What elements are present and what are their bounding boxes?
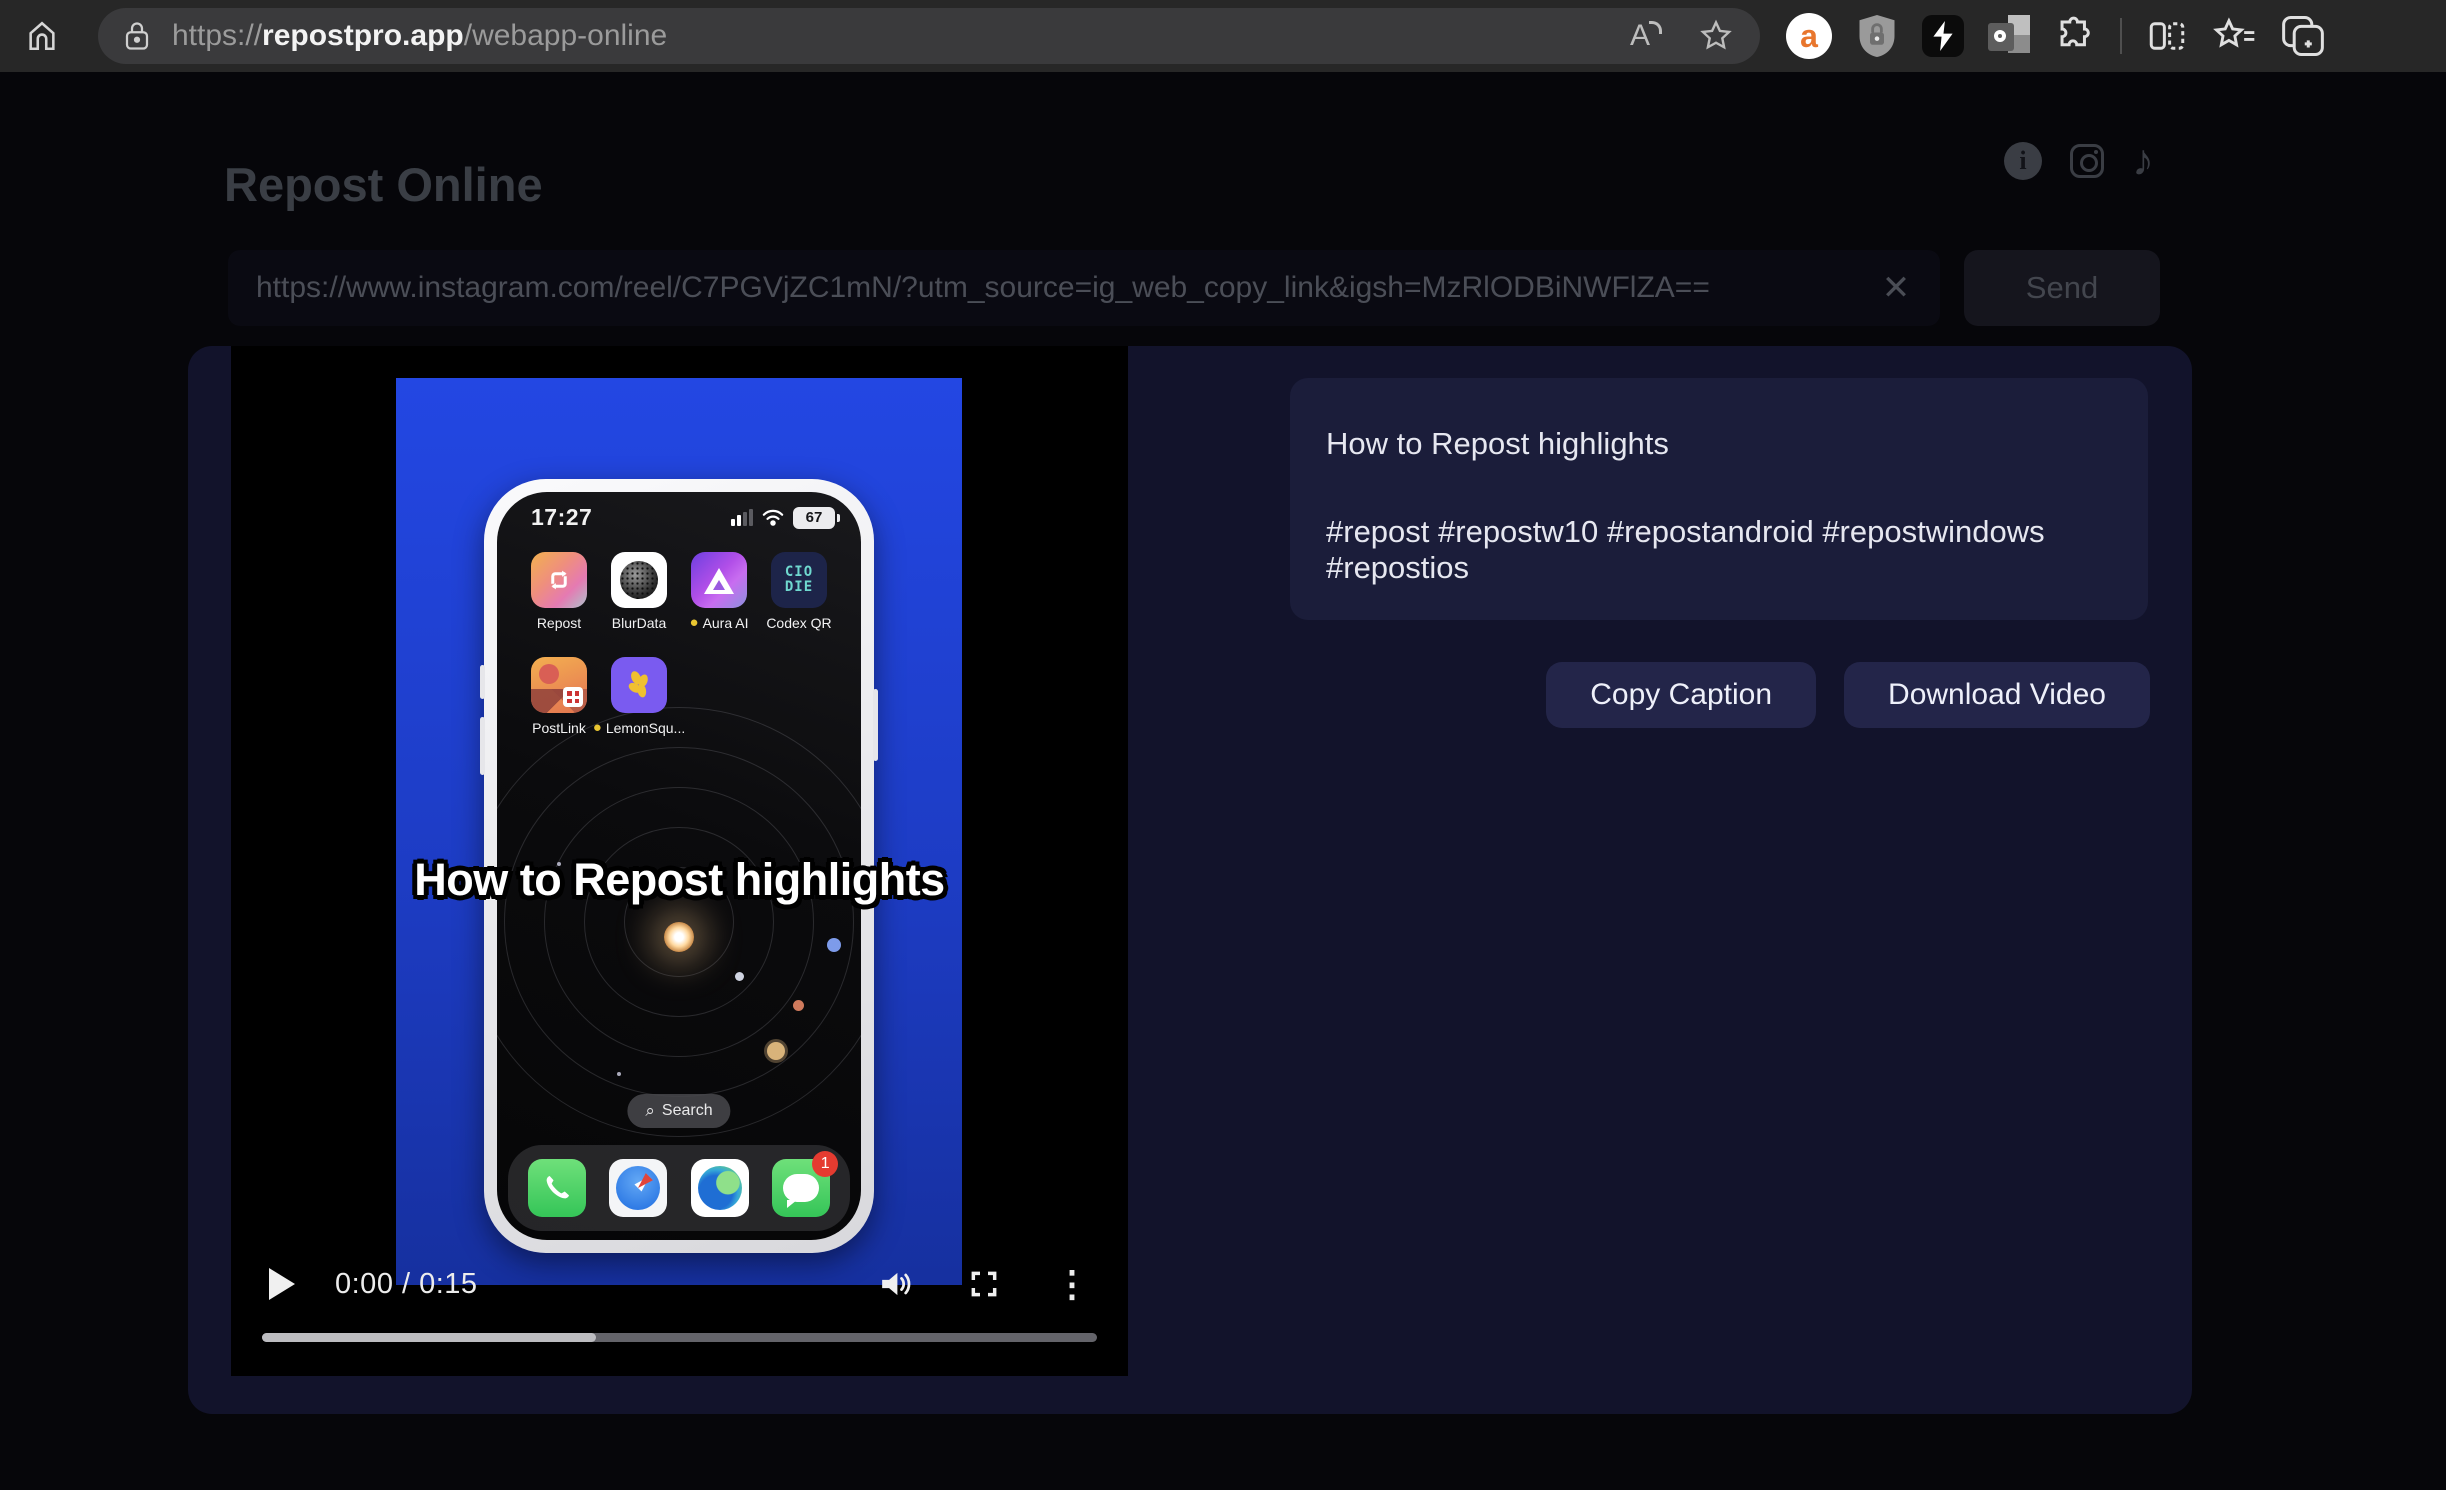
- video-progress-bar[interactable]: [262, 1333, 1097, 1342]
- phone-app-grid: Repost BlurData ● Aura AI: [519, 552, 839, 736]
- update-dot: ●: [690, 618, 699, 628]
- phone-clock: 17:27: [531, 504, 592, 531]
- page-title: Repost Online: [224, 157, 543, 212]
- app-tile-lemonsqueezy: ●LemonSqu...: [602, 657, 676, 736]
- extensions-puzzle-icon[interactable]: [2054, 15, 2096, 57]
- info-icon[interactable]: i: [2004, 142, 2042, 180]
- close-icon: ✕: [1882, 268, 1911, 308]
- split-screen-icon[interactable]: [2146, 15, 2188, 57]
- lemonsqueezy-app-icon: [611, 657, 667, 713]
- cellular-signal-icon: [731, 509, 753, 526]
- aura-ai-app-icon: [691, 552, 747, 608]
- app-root: https://repostpro.app/webapp-online A a: [0, 0, 2446, 1490]
- toolbar-divider: [2120, 18, 2122, 54]
- spotlight-search-pill: ⌕ Search: [627, 1094, 730, 1128]
- phone-app-icon: [528, 1159, 586, 1217]
- notification-badge: 1: [812, 1151, 838, 1177]
- site-permissions-lock-icon[interactable]: [124, 21, 150, 51]
- wifi-icon: [762, 509, 784, 526]
- video-content: 17:27 67: [396, 378, 962, 1285]
- url-text[interactable]: https://repostpro.app/webapp-online: [172, 19, 667, 53]
- extension-flash-icon[interactable]: [1922, 15, 1964, 57]
- clear-input-button[interactable]: ✕: [1872, 266, 1920, 310]
- caption-hashtags: #repost #repostw10 #repostandroid #repos…: [1326, 514, 2112, 586]
- app-tile-postlink: PostLink: [522, 657, 596, 736]
- update-dot: ●: [593, 723, 602, 733]
- caption-title: How to Repost highlights: [1326, 426, 2112, 462]
- app-label: Aura AI: [703, 615, 749, 631]
- collections-icon[interactable]: [2280, 14, 2326, 58]
- safari-app-icon: [609, 1159, 667, 1217]
- video-controls: 0:00 / 0:15 ⋮: [231, 1252, 1128, 1316]
- edge-app-icon: [691, 1159, 749, 1217]
- app-label: Repost: [537, 615, 581, 631]
- extension-outlook-icon[interactable]: [1988, 15, 2030, 57]
- messages-app-icon: 1: [772, 1159, 830, 1217]
- caption-panel: How to Repost highlights #repost #repost…: [1290, 378, 2148, 620]
- phone-power-button: [873, 689, 878, 761]
- phone-dock: 1: [508, 1145, 850, 1231]
- app-tile-repost: Repost: [522, 552, 596, 631]
- extensions-row: a: [1786, 0, 2326, 72]
- copy-caption-button[interactable]: Copy Caption: [1546, 662, 1816, 728]
- url-path: /webapp-online: [464, 19, 667, 52]
- home-icon: [25, 19, 59, 53]
- play-icon[interactable]: [269, 1268, 295, 1300]
- extension-a-icon[interactable]: a: [1786, 13, 1832, 59]
- page-header-icons: i ♪: [2004, 142, 2154, 180]
- search-label: Search: [662, 1102, 713, 1120]
- app-label: Codex QR: [766, 615, 831, 631]
- phone-status-bar: 17:27 67: [531, 504, 835, 531]
- add-favorite-star-icon[interactable]: [1698, 18, 1734, 54]
- reel-url-input[interactable]: [228, 250, 1940, 326]
- phone-volume-button: [480, 665, 485, 699]
- instagram-icon[interactable]: [2070, 144, 2104, 178]
- codex-qr-app-icon: CIODIE: [771, 552, 827, 608]
- fullscreen-icon[interactable]: [968, 1268, 1000, 1300]
- result-card: 17:27 67: [188, 346, 2192, 1414]
- repost-app-icon: [531, 552, 587, 608]
- action-buttons: Copy Caption Download Video: [1546, 662, 2150, 728]
- app-label: LemonSqu...: [606, 720, 685, 736]
- download-video-button[interactable]: Download Video: [1844, 662, 2150, 728]
- search-icon: ⌕: [645, 1101, 655, 1121]
- battery-icon: 67: [793, 507, 835, 529]
- app-tile-codex-qr: CIODIE Codex QR: [762, 552, 836, 631]
- url-scheme: https://: [172, 19, 262, 52]
- address-bar[interactable]: https://repostpro.app/webapp-online A: [98, 8, 1760, 64]
- app-label: BlurData: [612, 615, 666, 631]
- video-player[interactable]: 17:27 67: [231, 346, 1128, 1376]
- more-options-icon[interactable]: ⋮: [1054, 1266, 1090, 1302]
- app-tile-blurdata: BlurData: [602, 552, 676, 631]
- blurdata-app-icon: [611, 552, 667, 608]
- browser-toolbar: https://repostpro.app/webapp-online A a: [0, 0, 2446, 72]
- volume-icon[interactable]: [878, 1267, 914, 1301]
- address-bar-actions: A: [1630, 18, 1734, 54]
- url-domain: repostpro.app: [262, 19, 464, 52]
- extension-shield-lock-icon[interactable]: [1856, 13, 1898, 59]
- tiktok-icon[interactable]: ♪: [2132, 142, 2154, 180]
- video-overlay-title: How to Repost highlights: [231, 854, 1128, 906]
- app-tile-aura-ai: ● Aura AI: [682, 552, 756, 631]
- app-label: PostLink: [532, 720, 586, 736]
- phone-volume-button: [480, 717, 485, 775]
- send-button[interactable]: Send: [1964, 250, 2160, 326]
- postlink-app-icon: [531, 657, 587, 713]
- home-button[interactable]: [14, 10, 70, 62]
- sun: [664, 922, 694, 952]
- video-progress-buffered: [262, 1333, 596, 1342]
- video-time: 0:00 / 0:15: [335, 1268, 478, 1301]
- favorites-list-icon[interactable]: [2212, 15, 2256, 57]
- read-aloud-icon[interactable]: A: [1630, 19, 1662, 53]
